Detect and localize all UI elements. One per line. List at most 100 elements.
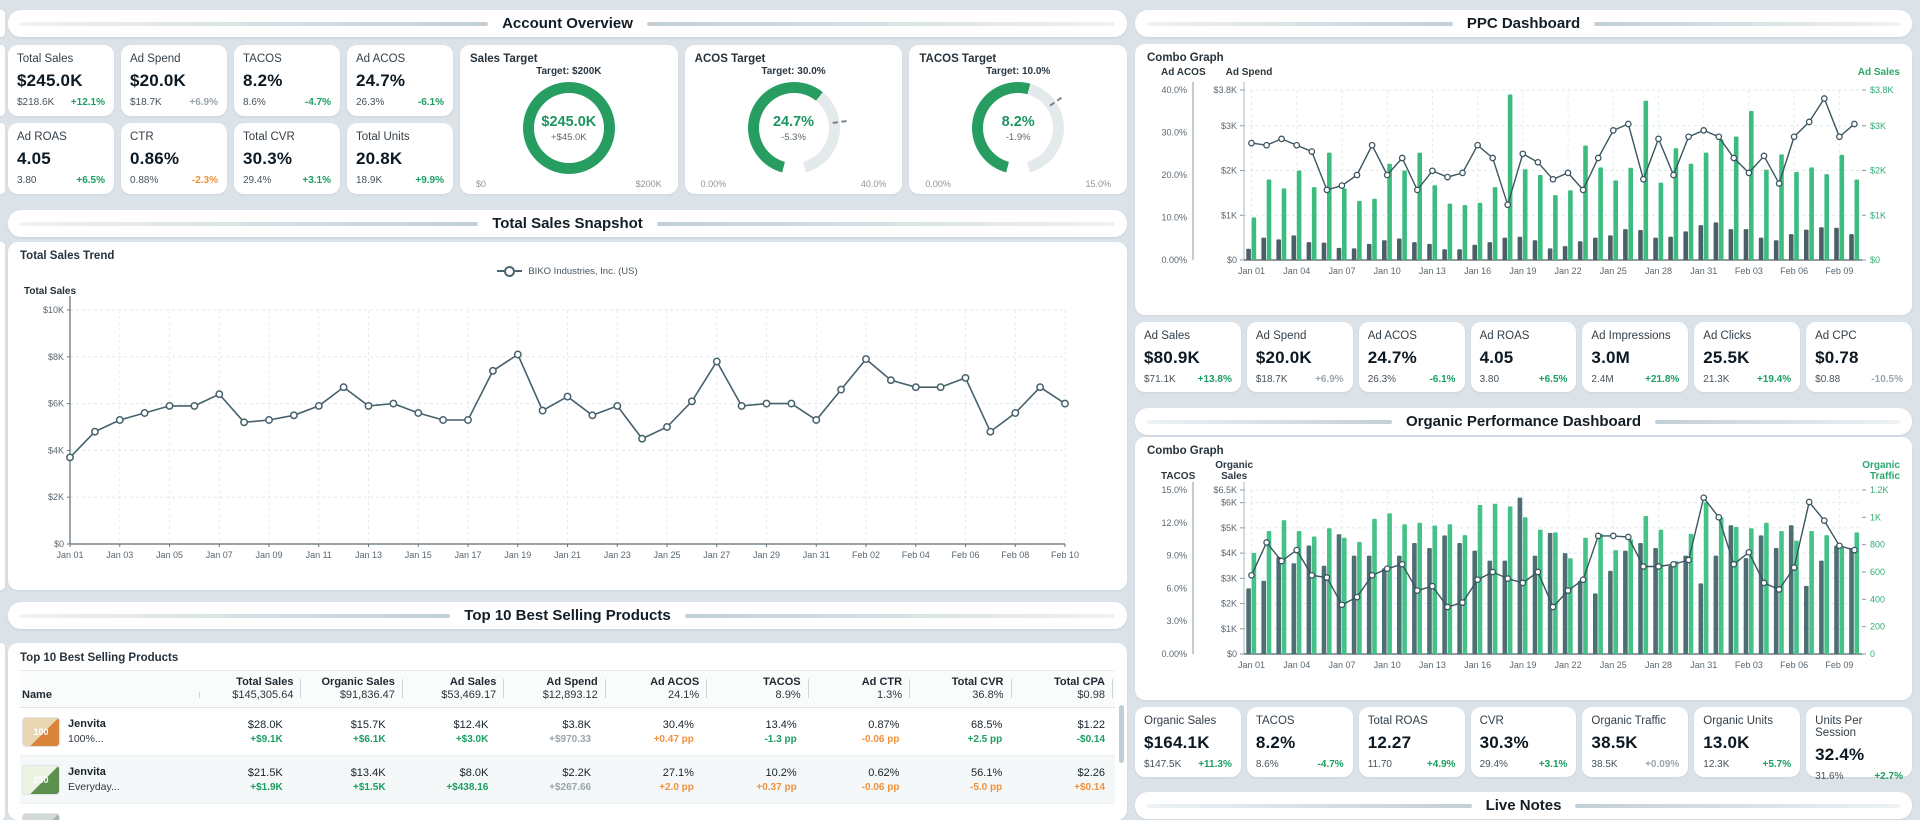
section-title: Organic Performance Dashboard <box>1405 413 1642 430</box>
ppc-kpi-card-ad-impressions[interactable]: Ad Impressions 3.0M 2.4M +21.8% <box>1582 322 1689 392</box>
column-label: Organic Sales <box>321 676 395 688</box>
column-header-total-cvr[interactable]: Total CVR 36.8% <box>912 676 1013 701</box>
ppc-kpi-card-ad-sales[interactable]: Ad Sales $80.9K $71.1K +13.8% <box>1135 322 1241 392</box>
svg-text:Jan 10: Jan 10 <box>1374 660 1401 670</box>
kpi-delta: -6.1% <box>417 97 444 108</box>
organic-kpi-card-organic-traffic[interactable]: Organic Traffic 38.5K 38.5K +0.09% <box>1582 707 1689 777</box>
cell-value: $1.22 <box>1077 718 1106 731</box>
kpi-previous-value: 0.88% <box>130 175 159 186</box>
ppc-kpi-card-ad-acos[interactable]: Ad ACOS 24.7% 26.3% -6.1% <box>1358 322 1465 392</box>
kpi-previous-value: 21.3K <box>1703 374 1730 385</box>
kpi-subrow: 3.80 +6.5% <box>17 175 105 186</box>
ppc-kpi-card-ad-cpc[interactable]: Ad CPC $0.78 $0.88 -10.5% <box>1806 322 1912 392</box>
section-title: Live Notes <box>1485 797 1562 814</box>
svg-text:$4K: $4K <box>48 445 64 455</box>
table-scrollbar[interactable] <box>1119 705 1124 763</box>
kpi-delta: +2.7% <box>1874 771 1903 782</box>
svg-text:Feb 03: Feb 03 <box>1735 660 1763 670</box>
card-edge-sliver <box>0 45 5 116</box>
account-kpi-card-tacos[interactable]: TACOS 8.2% 8.6% -4.7% <box>234 45 340 116</box>
ppc-kpi-card-ad-spend[interactable]: Ad Spend $20.0K $18.7K +6.9% <box>1246 322 1353 392</box>
kpi-previous-value: 3.80 <box>17 175 37 186</box>
account-kpi-card-ad-acos[interactable]: Ad ACOS 24.7% 26.3% -6.1% <box>347 45 453 116</box>
total-sales-line-chart[interactable]: Total Sales $0 $2K $4K $6K $8K $10K Jan 01 Jan 0… <box>20 280 1115 579</box>
column-header-ad-spend[interactable]: Ad Spend $12,893.12 <box>506 676 607 701</box>
account-kpi-card-ctr[interactable]: CTR 0.86% 0.88% -2.3% <box>121 123 227 194</box>
kpi-subrow: 8.6% -4.7% <box>243 97 331 108</box>
svg-text:1.2K: 1.2K <box>1870 485 1889 495</box>
svg-text:$0: $0 <box>1227 255 1237 265</box>
column-header-total-cpa[interactable]: Total CPA $0.98 <box>1014 676 1115 701</box>
column-header-name[interactable]: Name <box>20 689 202 701</box>
table-row[interactable]: 100 Jenvita 100%... $28.0K +$9.1K $15.7K +$6.1… <box>20 708 1115 756</box>
gauge-row: Sales Target Target: $200K $245.0K +$45.0K $… <box>460 45 1128 194</box>
divider <box>646 21 1116 26</box>
svg-text:Jan 19: Jan 19 <box>504 550 531 560</box>
cell-delta: +$1.9K <box>250 781 283 793</box>
kpi-previous-value: 18.9K <box>356 175 383 186</box>
gauge-card-tacos-target[interactable]: TACOS Target Target: 10.0% 8.2% -1.9% 0.00% 1… <box>909 45 1128 194</box>
kpi-subrow: 29.4% +3.1% <box>243 175 331 186</box>
account-kpi-card-total-cvr[interactable]: Total CVR 30.3% 29.4% +3.1% <box>234 123 340 194</box>
ppc-kpi-card-ad-roas[interactable]: Ad ROAS 4.05 3.80 +6.5% <box>1470 322 1577 392</box>
svg-text:Jan 17: Jan 17 <box>454 550 481 560</box>
organic-kpi-card-cvr[interactable]: CVR 30.3% 29.4% +3.1% <box>1470 707 1577 777</box>
column-header-ad-ctr[interactable]: Ad CTR 1.3% <box>811 676 912 701</box>
kpi-label: Ad Spend <box>1255 330 1307 342</box>
gauge-target-label: Target: $200K <box>536 66 602 77</box>
organic-kpi-card-organic-sales[interactable]: Organic Sales $164.1K $147.5K +11.3% <box>1135 707 1241 777</box>
svg-text:Feb 09: Feb 09 <box>1825 660 1853 670</box>
divider <box>684 613 1115 618</box>
section-title: Total Sales Snapshot <box>492 215 643 232</box>
svg-text:Jan 13: Jan 13 <box>1419 266 1446 276</box>
column-header-organic-sales[interactable]: Organic Sales $91,836.47 <box>303 676 404 701</box>
table-cell: $1.22 -$0.14 <box>1012 719 1115 745</box>
product-name: Jenvita 100%... <box>68 718 106 745</box>
column-header-total-sales[interactable]: Total Sales $145,305.64 <box>202 676 303 701</box>
account-kpi-card-ad-roas[interactable]: Ad ROAS 4.05 3.80 +6.5% <box>8 123 114 194</box>
gauge-max-label: 40.0% <box>860 179 887 189</box>
product-name-line2: Everyday... <box>68 781 120 793</box>
table-row[interactable]: 250 Jenvita Everyday... $21.5K +$1.9K $13.4K +… <box>20 756 1115 804</box>
organic-kpi-card-total-roas[interactable]: Total ROAS 12.27 11.70 +4.9% <box>1358 707 1465 777</box>
column-total: 24.1% <box>667 689 700 701</box>
cell-value: 10.2% <box>765 766 797 779</box>
organic-combo-chart[interactable]: 0.00% 3.0% 6.0% 9.0% 12.0% 15.0% $0 $1K $2K $3K $4… <box>1147 482 1900 687</box>
svg-text:Jan 09: Jan 09 <box>255 550 282 560</box>
cell-value: 56.1% <box>971 766 1003 779</box>
svg-text:$1K: $1K <box>1221 210 1237 220</box>
table-cell: $15.7K +$6.1K <box>293 719 396 745</box>
kpi-value: 3.0M <box>1591 348 1631 367</box>
chart-legend[interactable]: BIKO Industries, Inc. (US) <box>20 262 1115 280</box>
account-kpi-card-ad-spend[interactable]: Ad Spend $20.0K $18.7K +6.9% <box>121 45 227 116</box>
ppc-combo-chart[interactable]: 0.00% 10.0% 20.0% 30.0% 40.0% $0 $1K $2K $3K $3.8… <box>1147 78 1900 295</box>
gauge-card-sales-target[interactable]: Sales Target Target: $200K $245.0K +$45.0K $… <box>460 45 678 194</box>
column-header-tacos[interactable]: TACOS 8.9% <box>709 676 810 701</box>
account-kpi-card-total-units[interactable]: Total Units 20.8K 18.9K +9.9% <box>347 123 453 194</box>
kpi-delta: -4.7% <box>1317 759 1344 770</box>
kpi-previous-value: $18.7K <box>130 97 162 108</box>
kpi-previous-value: $0.88 <box>1815 374 1841 385</box>
column-header-ad-sales[interactable]: Ad Sales $53,469.17 <box>405 676 506 701</box>
ppc-kpi-card-ad-clicks[interactable]: Ad Clicks 25.5K 21.3K +19.4% <box>1694 322 1801 392</box>
column-header-ad-acos[interactable]: Ad ACOS 24.1% <box>608 676 709 701</box>
kpi-delta: +6.9% <box>189 97 218 108</box>
organic-kpi-card-organic-units[interactable]: Organic Units 13.0K 12.3K +5.7% <box>1694 707 1801 777</box>
kpi-delta: +12.1% <box>70 97 105 108</box>
section-header-account-overview: Account Overview <box>8 10 1127 37</box>
svg-text:Jan 16: Jan 16 <box>1464 266 1491 276</box>
gauge-card-acos-target[interactable]: ACOS Target Target: 30.0% 24.7% -5.3% 0.00% 4… <box>684 45 903 194</box>
cell-value: $3.8K <box>562 718 592 731</box>
table-row[interactable] <box>20 804 1115 820</box>
divider <box>1147 803 1472 808</box>
svg-text:Jan 19: Jan 19 <box>1509 266 1536 276</box>
svg-text:Feb 02: Feb 02 <box>852 550 880 560</box>
kpi-label: CTR <box>130 131 154 143</box>
section-header-top10: Top 10 Best Selling Products <box>8 602 1127 629</box>
svg-text:$3K: $3K <box>1221 573 1237 583</box>
kpi-value: 25.5K <box>1703 348 1750 367</box>
organic-kpi-card-tacos[interactable]: TACOS 8.2% 8.6% -4.7% <box>1246 707 1353 777</box>
organic-kpi-card-units-per-session[interactable]: Units Per Session 32.4% 31.6% +2.7% <box>1806 707 1912 782</box>
cell-value: $2.2K <box>562 766 592 779</box>
account-kpi-card-total-sales[interactable]: Total Sales $245.0K $218.6K +12.1% <box>8 45 114 116</box>
